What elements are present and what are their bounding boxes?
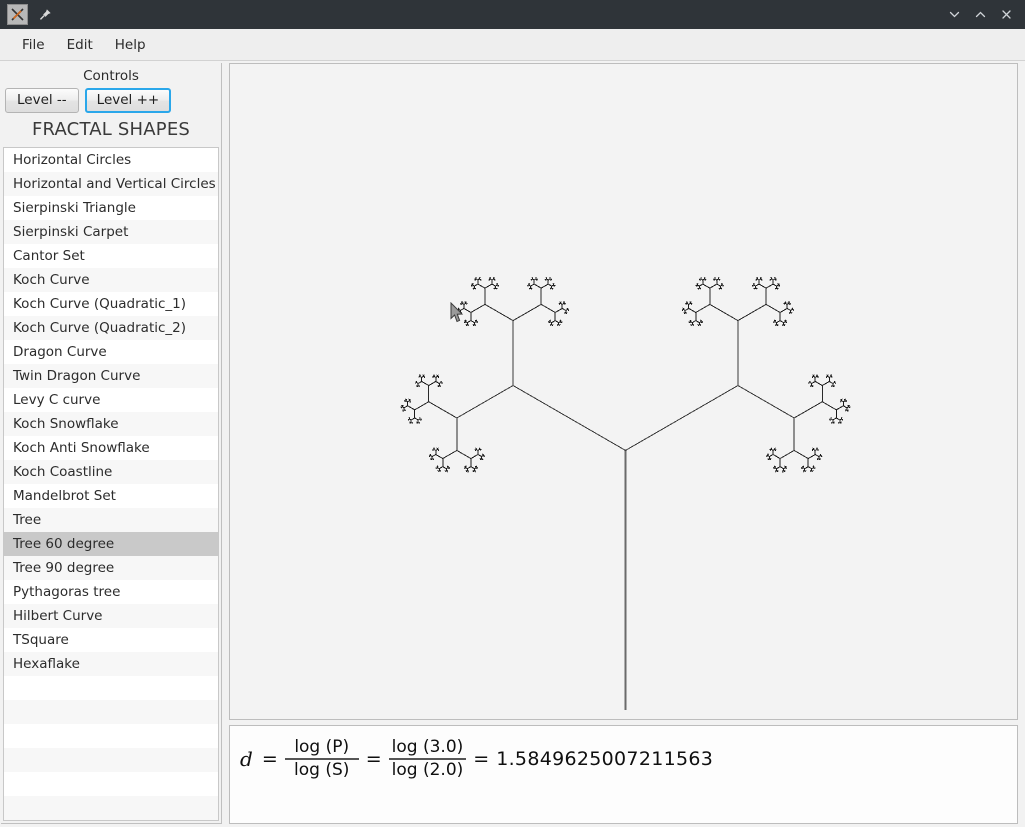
application-window: File Edit Help Controls Level -- Level +…	[0, 0, 1025, 797]
controls-label: Controls	[1, 63, 221, 88]
list-item-hilbert-curve[interactable]: Hilbert Curve	[4, 604, 218, 628]
formula-frac2-numerator: log (3.0)	[389, 738, 467, 758]
list-item-empty	[4, 748, 218, 772]
formula-equals-1: =	[255, 748, 285, 770]
fractal-canvas-panel[interactable]	[229, 63, 1018, 720]
formula-variable-d: d	[240, 747, 255, 771]
list-item-pythagoras-tree[interactable]: Pythagoras tree	[4, 580, 218, 604]
x-application-icon[interactable]	[7, 4, 28, 25]
list-item-horizontal-circles[interactable]: Horizontal Circles	[4, 148, 218, 172]
level-down-button[interactable]: Level --	[5, 88, 79, 113]
formula-frac1-numerator: log (P)	[291, 738, 352, 758]
list-item-empty	[4, 676, 218, 700]
title-bar-left-icons	[0, 4, 53, 25]
level-buttons: Level -- Level ++	[1, 88, 221, 113]
title-bar	[0, 0, 1025, 29]
formula-frac1-denominator: log (S)	[291, 760, 352, 780]
list-item-levy-c-curve[interactable]: Levy C curve	[4, 388, 218, 412]
sidebar: Controls Level -- Level ++ FRACTAL SHAPE…	[1, 63, 222, 824]
formula-equals-3: =	[466, 748, 496, 770]
list-item-empty	[4, 724, 218, 748]
close-button[interactable]	[993, 0, 1019, 29]
formula-panel: d = log (P) log (S) = log (3.0) log (2.0…	[229, 725, 1018, 824]
list-item-dragon-curve[interactable]: Dragon Curve	[4, 340, 218, 364]
list-item-tree-90-degree[interactable]: Tree 90 degree	[4, 556, 218, 580]
list-item-tree[interactable]: Tree	[4, 508, 218, 532]
list-item-empty	[4, 796, 218, 820]
list-item-sierpinski-triangle[interactable]: Sierpinski Triangle	[4, 196, 218, 220]
menu-item-help[interactable]: Help	[104, 34, 157, 56]
pin-icon[interactable]	[37, 7, 53, 23]
list-item-hexaflake[interactable]: Hexaflake	[4, 652, 218, 676]
list-item-sierpinski-carpet[interactable]: Sierpinski Carpet	[4, 220, 218, 244]
menu-bar: File Edit Help	[0, 29, 1025, 61]
list-item-empty	[4, 772, 218, 796]
list-item-mandelbrot-set[interactable]: Mandelbrot Set	[4, 484, 218, 508]
list-item-horizontal-and-vertical-circles[interactable]: Horizontal and Vertical Circles	[4, 172, 218, 196]
list-item-tsquare[interactable]: TSquare	[4, 628, 218, 652]
dimension-formula: d = log (P) log (S) = log (3.0) log (2.0…	[240, 738, 713, 780]
menu-item-file[interactable]: File	[11, 34, 56, 56]
section-title-fractal-shapes: FRACTAL SHAPES	[1, 113, 221, 147]
window-controls	[941, 0, 1019, 29]
list-item-koch-curve[interactable]: Koch Curve	[4, 268, 218, 292]
right-column: d = log (P) log (S) = log (3.0) log (2.0…	[222, 61, 1025, 827]
formula-frac2-denominator: log (2.0)	[389, 760, 467, 780]
formula-fraction-log3-log2: log (3.0) log (2.0)	[389, 738, 467, 780]
maximize-button[interactable]	[967, 0, 993, 29]
fractal-drawing	[230, 64, 1017, 719]
main-content: Controls Level -- Level ++ FRACTAL SHAPE…	[0, 61, 1025, 827]
formula-result-value: 1.5849625007211563	[496, 748, 713, 770]
minimize-button[interactable]	[941, 0, 967, 29]
list-item-koch-anti-snowflake[interactable]: Koch Anti Snowflake	[4, 436, 218, 460]
list-item-cantor-set[interactable]: Cantor Set	[4, 244, 218, 268]
list-item-empty	[4, 700, 218, 724]
list-item-koch-curve-quadratic-1[interactable]: Koch Curve (Quadratic_1)	[4, 292, 218, 316]
list-item-koch-snowflake[interactable]: Koch Snowflake	[4, 412, 218, 436]
formula-fraction-logp-logs: log (P) log (S)	[285, 738, 359, 780]
list-item-koch-coastline[interactable]: Koch Coastline	[4, 460, 218, 484]
fractal-shapes-list[interactable]: Horizontal CirclesHorizontal and Vertica…	[3, 147, 219, 821]
list-item-koch-curve-quadratic-2[interactable]: Koch Curve (Quadratic_2)	[4, 316, 218, 340]
menu-item-edit[interactable]: Edit	[56, 34, 104, 56]
formula-equals-2: =	[359, 748, 389, 770]
level-up-button[interactable]: Level ++	[85, 88, 172, 113]
list-item-twin-dragon-curve[interactable]: Twin Dragon Curve	[4, 364, 218, 388]
list-item-tree-60-degree[interactable]: Tree 60 degree	[4, 532, 218, 556]
